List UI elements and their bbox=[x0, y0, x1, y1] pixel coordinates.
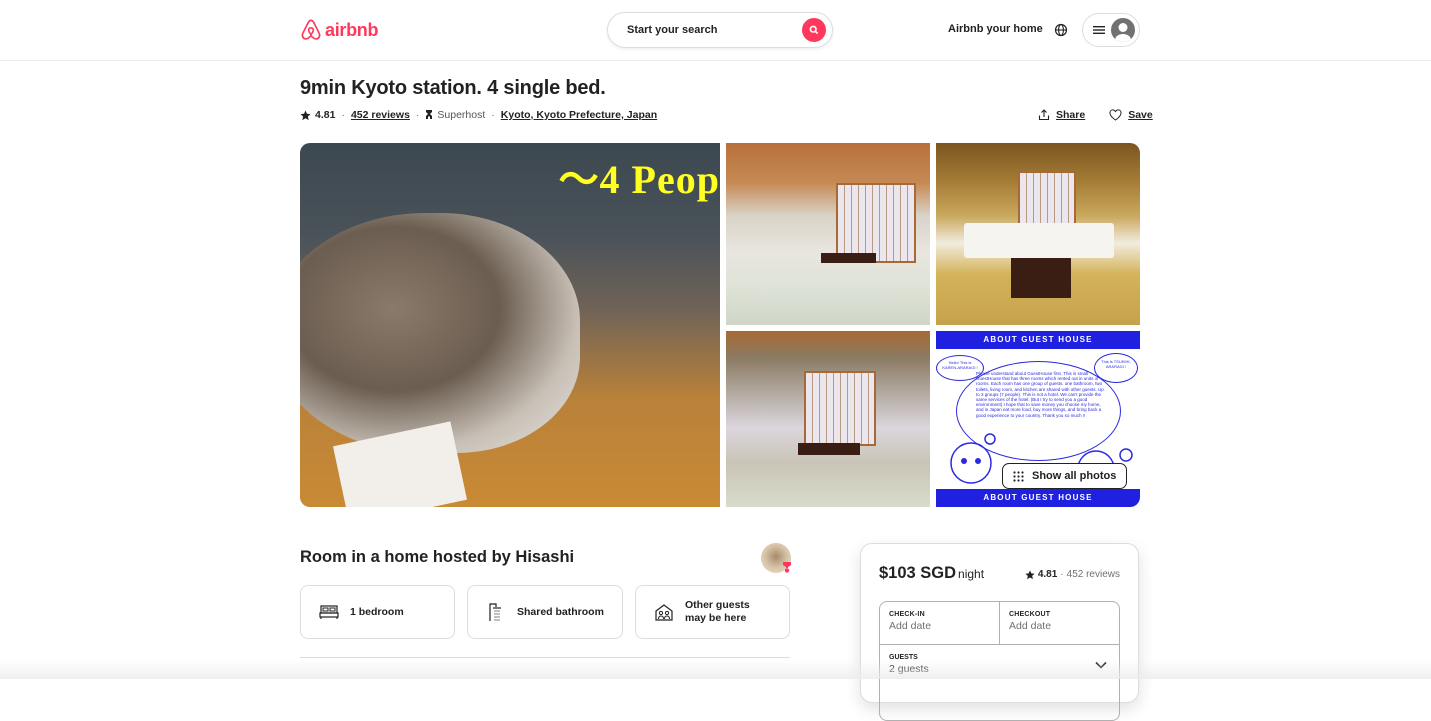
nightly-price: $103 SGD night bbox=[879, 564, 985, 582]
booking-card: $103 SGD night 4.81 · 452 reviews CHECK-I… bbox=[860, 543, 1139, 721]
booking-reviews-link[interactable]: 452 reviews bbox=[1067, 569, 1120, 580]
chevron-down-icon bbox=[1095, 661, 1107, 669]
feature-bathroom: Shared bathroom bbox=[467, 585, 623, 639]
search-button[interactable] bbox=[802, 18, 826, 42]
feature-label: 1 bedroom bbox=[350, 605, 404, 618]
airbnb-your-home-link[interactable]: Airbnb your home bbox=[948, 23, 1043, 35]
location-link[interactable]: Kyoto, Kyoto Prefecture, Japan bbox=[501, 109, 657, 121]
checkout-field[interactable]: CHECKOUT Add date bbox=[1000, 602, 1119, 644]
price-unit: night bbox=[958, 567, 985, 581]
bottom-fade bbox=[0, 660, 1431, 679]
show-all-photos-button[interactable]: Show all photos bbox=[1002, 463, 1128, 489]
share-button[interactable]: Share bbox=[1056, 109, 1085, 121]
photo-main-cat[interactable]: ～4 Peop bbox=[300, 143, 720, 507]
star-icon bbox=[1025, 569, 1035, 579]
reviews-link[interactable]: 452 reviews bbox=[351, 109, 410, 121]
save-button[interactable]: Save bbox=[1128, 109, 1153, 121]
about-banner-top: ABOUT GUEST HOUSE bbox=[936, 331, 1140, 349]
booking-rating: 4.81 · 452 reviews bbox=[1025, 569, 1120, 580]
feature-bedroom: 1 bedroom bbox=[300, 585, 455, 639]
guests-dropdown[interactable]: GUESTS 2 guests bbox=[880, 644, 1119, 684]
airbnb-logo[interactable]: airbnb bbox=[300, 18, 379, 42]
photo-caption: ～4 Peop bbox=[558, 157, 720, 202]
search-bar[interactable]: Start your search bbox=[607, 12, 833, 48]
feature-label: Shared bathroom bbox=[517, 605, 604, 618]
user-menu-button[interactable] bbox=[1082, 13, 1140, 47]
listing-meta: 4.81 · 452 reviews · Superhost · Kyoto, … bbox=[300, 109, 657, 121]
house-people-icon bbox=[655, 604, 673, 621]
superhost-badge-icon bbox=[783, 562, 791, 573]
photo-tatami-room-2[interactable] bbox=[726, 331, 930, 507]
show-all-photos-label: Show all photos bbox=[1032, 470, 1117, 482]
shower-icon bbox=[489, 603, 501, 621]
feature-other-guests: Other guests may be here bbox=[635, 585, 790, 639]
hamburger-icon bbox=[1093, 26, 1105, 34]
heart-icon bbox=[1109, 109, 1122, 121]
top-nav: airbnb Start your search Airbnb your hom… bbox=[0, 0, 1431, 61]
superhost-icon bbox=[426, 109, 433, 119]
language-button[interactable] bbox=[1054, 23, 1068, 42]
logo-text: airbnb bbox=[325, 19, 379, 40]
date-guest-picker: CHECK-IN Add date CHECKOUT Add date GUES… bbox=[879, 601, 1120, 721]
globe-icon bbox=[1054, 23, 1068, 37]
feature-label: Other guests may be here bbox=[685, 599, 750, 624]
about-text: Please understand about GuestHouse first… bbox=[976, 371, 1104, 418]
star-icon bbox=[300, 109, 311, 120]
photo-tatami-room-futons[interactable] bbox=[936, 143, 1140, 325]
search-placeholder[interactable]: Start your search bbox=[627, 24, 802, 36]
photo-tatami-room-1[interactable] bbox=[726, 143, 930, 325]
listing-actions: Share Save bbox=[1038, 109, 1153, 121]
superhost-label: Superhost bbox=[437, 109, 486, 121]
room-summary-title: Room in a home hosted by Hisashi bbox=[300, 548, 575, 566]
share-icon bbox=[1038, 109, 1050, 121]
search-icon bbox=[809, 25, 819, 35]
listing-title: 9min Kyoto station. 4 single bed. bbox=[300, 77, 606, 99]
about-banner-bottom: ABOUT GUEST HOUSE bbox=[936, 489, 1140, 507]
checkin-field[interactable]: CHECK-IN Add date bbox=[880, 602, 1000, 644]
photo-gallery: ～4 Peop ABOUT GUEST HOUSE Hello! This is… bbox=[300, 143, 1140, 507]
airbnb-belo-icon bbox=[301, 19, 321, 40]
bed-icon bbox=[319, 605, 339, 619]
grid-dots-icon bbox=[1013, 470, 1024, 482]
cat-shape bbox=[300, 213, 580, 453]
user-avatar-icon bbox=[1111, 18, 1135, 42]
rating-value: 4.81 bbox=[315, 109, 336, 121]
section-divider bbox=[300, 657, 790, 658]
